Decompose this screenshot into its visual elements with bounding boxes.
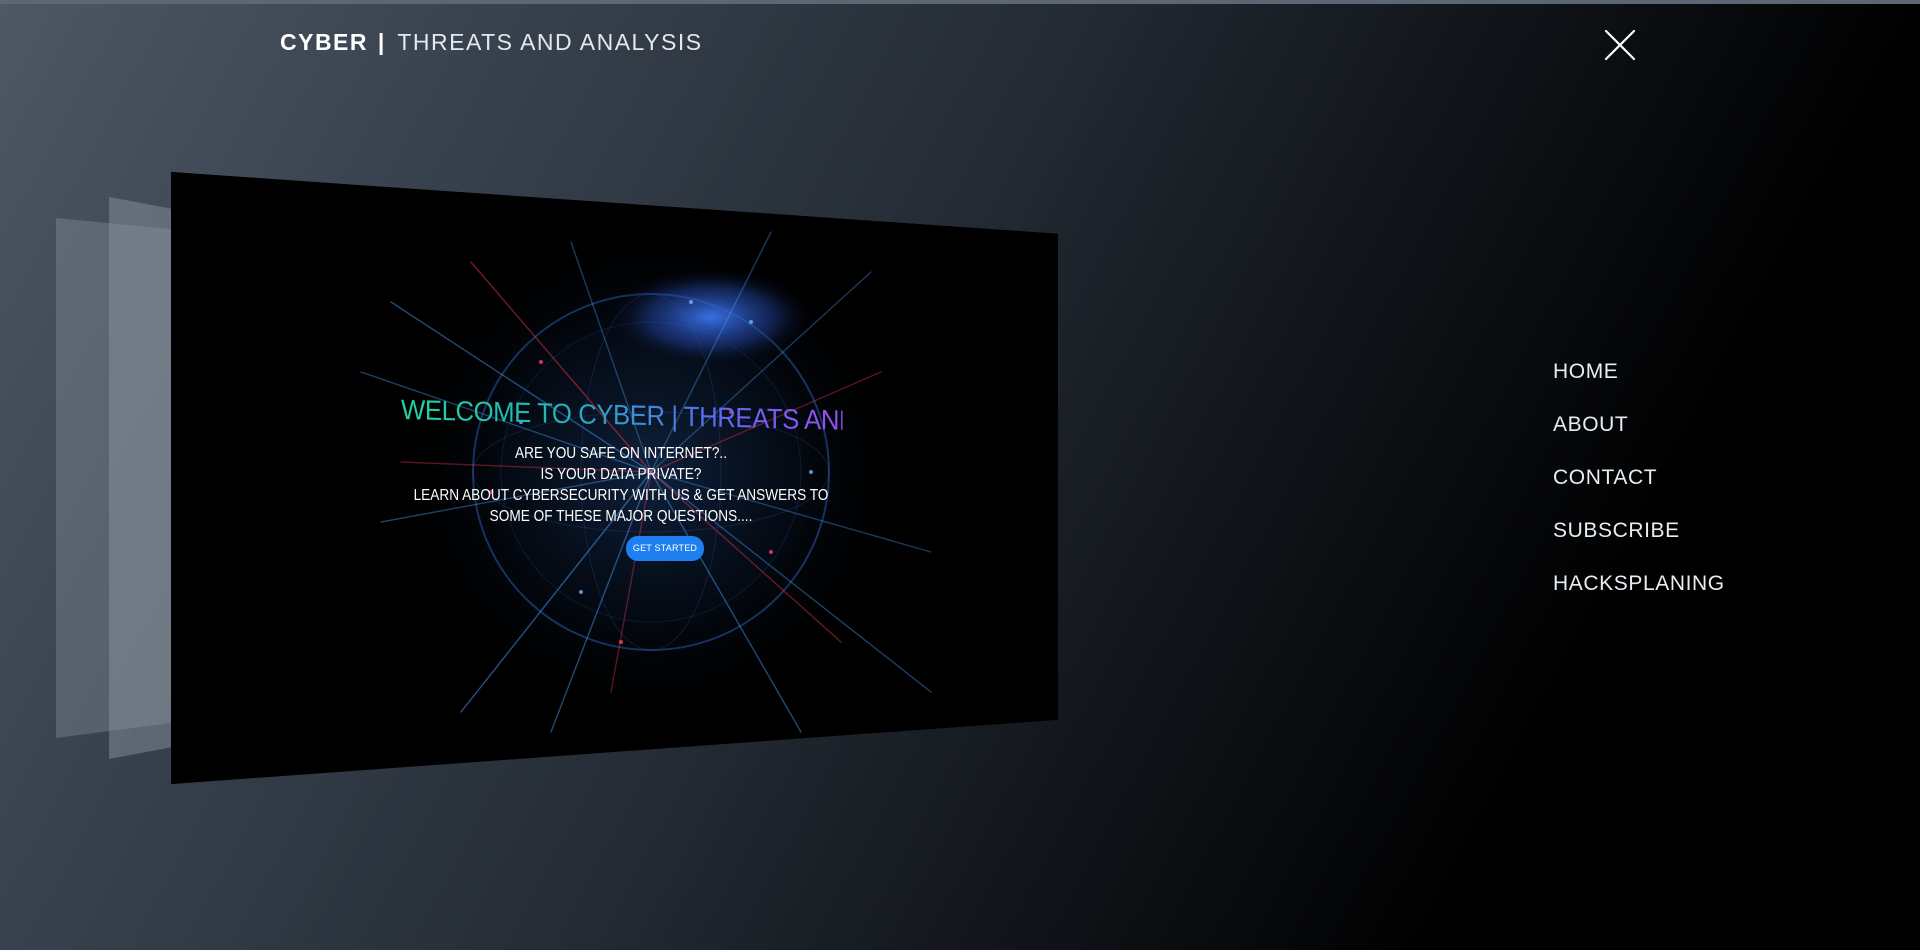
brand-logo[interactable]: CYBER | THREATS AND ANALYSIS <box>280 29 703 56</box>
side-menu: HOME ABOUT CONTACT SUBSCRIBE HACKSPLANIN… <box>1553 356 1793 621</box>
hero-line: ARE YOU SAFE ON INTERNET?.. <box>515 445 727 462</box>
preview-hero: WELCOME TO CYBER | THREATS AND ANALYSIS … <box>171 172 1058 784</box>
nav-item-about[interactable]: ABOUT <box>1553 409 1793 462</box>
close-menu-button[interactable] <box>1603 28 1637 62</box>
nav-item-home[interactable]: HOME <box>1553 356 1793 409</box>
hero-text: ARE YOU SAFE ON INTERNET?.. IS YOUR DATA… <box>401 443 841 527</box>
get-started-button[interactable]: GET STARTED <box>626 536 704 561</box>
nav-item-contact[interactable]: CONTACT <box>1553 462 1793 515</box>
hero-title: WELCOME TO CYBER | THREATS AND ANALYSIS <box>401 394 983 440</box>
close-icon <box>1604 29 1636 61</box>
hero-line: IS YOUR DATA PRIVATE? <box>540 466 702 483</box>
brand-name: CYBER <box>280 29 369 55</box>
brand-separator: | <box>377 29 386 55</box>
current-page-preview[interactable]: WELCOME TO CYBER | THREATS AND ANALYSIS … <box>171 172 1058 784</box>
nav-item-hacksplaning[interactable]: HACKSPLANING <box>1553 568 1793 621</box>
hero-line: LEARN ABOUT CYBERSECURITY WITH US & GET … <box>413 487 829 525</box>
nav-item-subscribe[interactable]: SUBSCRIBE <box>1553 515 1793 568</box>
top-edge-strip <box>0 0 1920 4</box>
brand-tagline: THREATS AND ANALYSIS <box>397 29 703 55</box>
